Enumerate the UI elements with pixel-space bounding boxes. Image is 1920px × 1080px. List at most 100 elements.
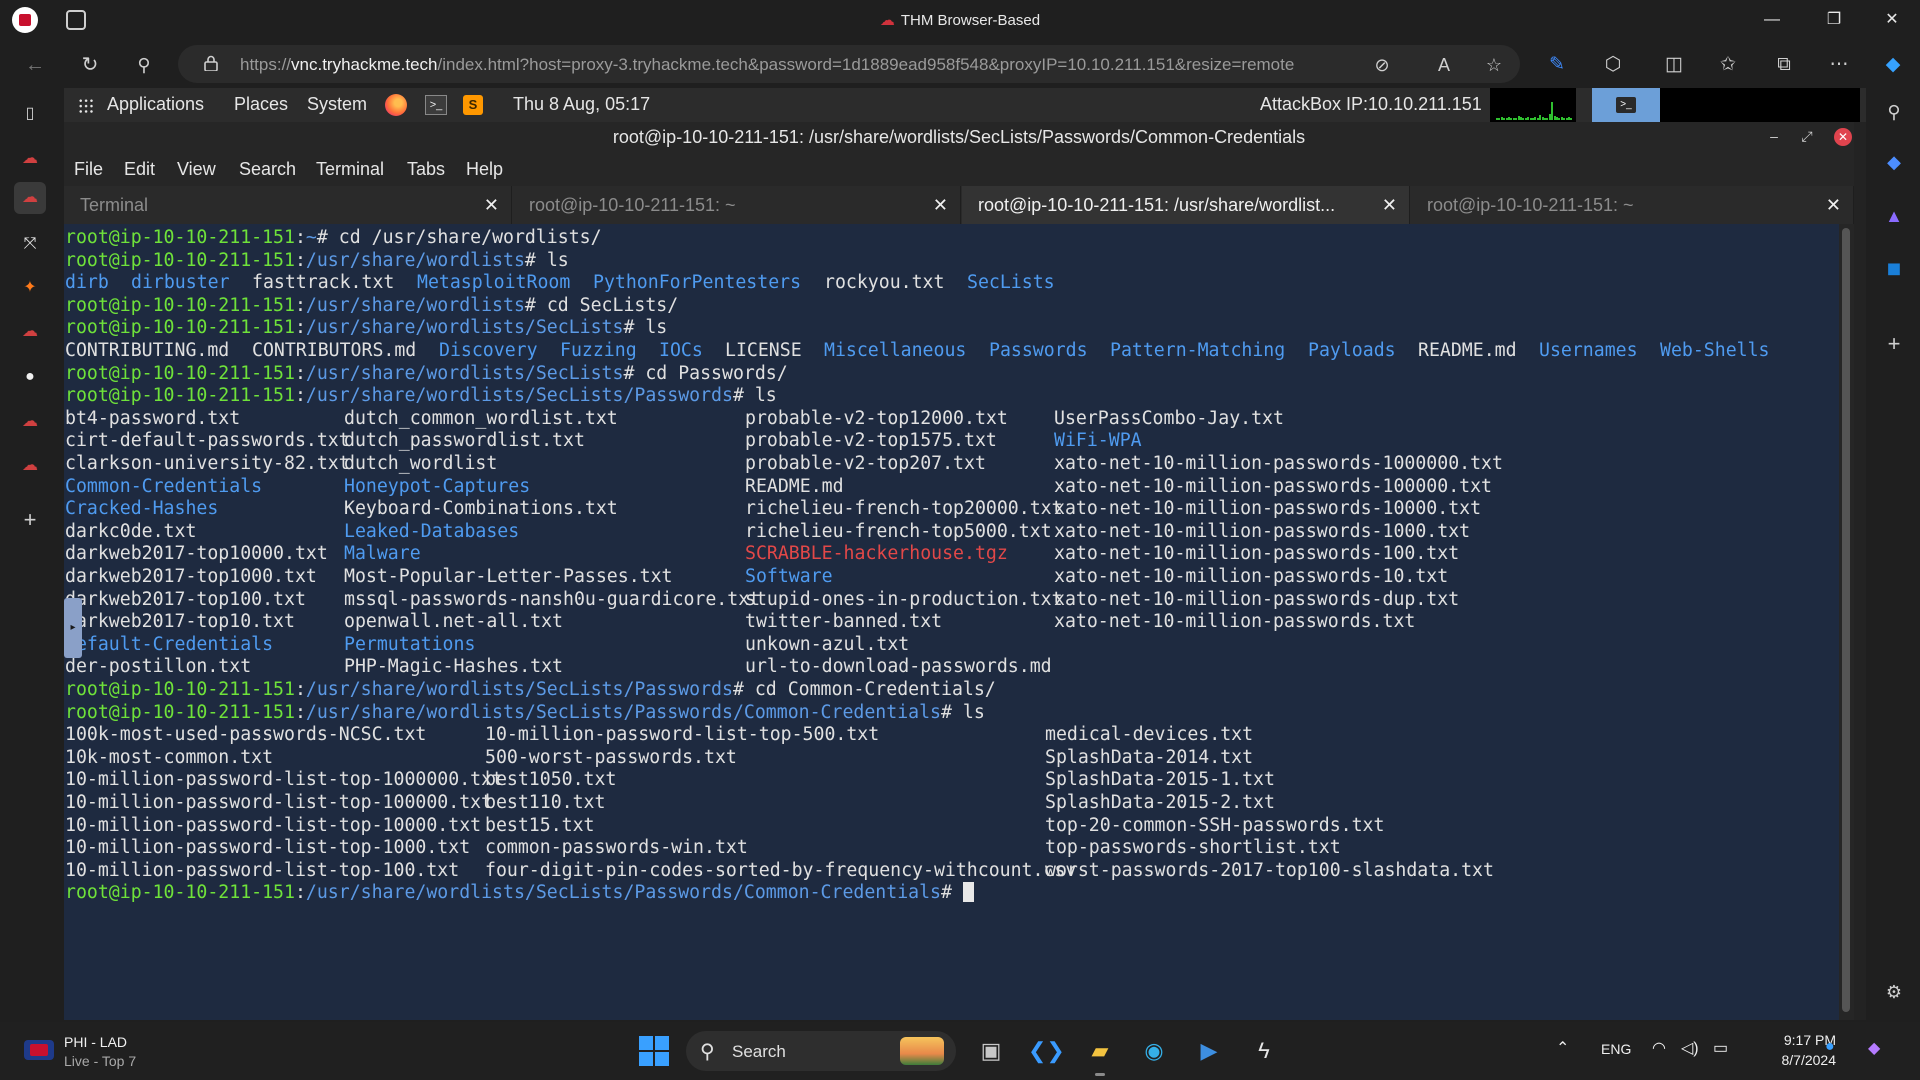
ls-entry: richelieu-french-top20000.txt: [745, 498, 1063, 520]
terminal-tab-1[interactable]: Terminal ✕: [64, 186, 512, 224]
menu-places[interactable]: Places: [234, 94, 288, 115]
notification-bell-icon[interactable]: ●: [1825, 1038, 1835, 1056]
fox-tab-icon[interactable]: ✦: [14, 272, 46, 304]
language-indicator[interactable]: ENG: [1601, 1041, 1631, 1057]
more-icon[interactable]: ⋯: [1826, 52, 1852, 78]
ls-entry: xato-net-10-million-passwords.txt: [1054, 611, 1416, 633]
terminal-maximize-icon[interactable]: ⤢: [1797, 126, 1817, 146]
taskbar-search[interactable]: ⚲ Search: [686, 1031, 956, 1071]
tab-close-icon[interactable]: ✕: [1382, 186, 1397, 224]
ls-entry: top-20-common-SSH-passwords.txt: [1045, 814, 1385, 836]
outlook-icon[interactable]: ◼: [1880, 254, 1908, 282]
menu-file[interactable]: File: [74, 159, 103, 180]
thm-tab-icon-2[interactable]: ☁: [14, 316, 46, 348]
panel-clock[interactable]: Thu 8 Aug, 05:17: [513, 94, 650, 115]
new-tab-icon[interactable]: +: [14, 504, 46, 536]
ls-entry: Leaked-Databases: [344, 520, 520, 542]
start-button-icon[interactable]: [639, 1036, 669, 1066]
tab-close-icon[interactable]: ✕: [933, 186, 948, 224]
menu-help[interactable]: Help: [466, 159, 503, 180]
taskbar-clock[interactable]: 9:17 PM 8/7/2024: [1756, 1030, 1837, 1070]
refresh-icon[interactable]: ↻: [75, 50, 105, 80]
tool-tab-icon[interactable]: ⤧: [14, 228, 46, 260]
thm-tab-icon-4[interactable]: ☁: [14, 450, 46, 482]
read-aloud-icon[interactable]: A: [1432, 53, 1456, 77]
prompt-line: root@ip-10-10-211-151:/usr/share/wordlis…: [65, 362, 788, 384]
vscode-icon[interactable]: ❮❯: [1028, 1034, 1065, 1068]
menu-view[interactable]: View: [177, 159, 216, 180]
menu-tabs[interactable]: Tabs: [407, 159, 445, 180]
no-tracking-icon[interactable]: ⊘: [1370, 53, 1394, 77]
maximize-button[interactable]: ❐: [1806, 0, 1862, 40]
system-monitor-graph[interactable]: [1490, 88, 1576, 122]
sublime-text-icon[interactable]: S: [463, 95, 483, 115]
copilot-taskbar-icon[interactable]: ◆: [1868, 1038, 1880, 1058]
terminal-taskbar-button[interactable]: >_: [1592, 88, 1660, 122]
vnc-side-handle[interactable]: ▸: [64, 598, 82, 658]
menu-search[interactable]: Search: [239, 159, 296, 180]
split-screen-icon[interactable]: ◫: [1661, 52, 1687, 78]
ls-entry: MetasploitRoom: [417, 272, 571, 294]
terminal-tab-3[interactable]: root@ip-10-10-211-151: /usr/share/wordli…: [962, 186, 1410, 224]
minimize-button[interactable]: —: [1744, 0, 1800, 40]
url-text[interactable]: https://vnc.tryhackme.tech/index.html?ho…: [240, 55, 1294, 75]
sidebar-copilot-icon[interactable]: ▲: [1880, 202, 1908, 230]
terminal-scrollbar[interactable]: [1842, 228, 1850, 1012]
terminal-tab-4[interactable]: root@ip-10-10-211-151: ~ ✕: [1411, 186, 1854, 224]
copilot-icon[interactable]: ◆: [1880, 52, 1906, 78]
task-view-icon[interactable]: ▣: [974, 1034, 1008, 1068]
address-bar[interactable]: https://vnc.tryhackme.tech/index.html?ho…: [178, 45, 1520, 83]
sidebar-add-icon[interactable]: +: [1880, 330, 1908, 358]
tab-close-icon[interactable]: ✕: [484, 186, 499, 224]
prompt-user: root@ip-10-10-211-151: [65, 882, 295, 904]
lock-icon[interactable]: [204, 55, 218, 71]
terminal-output[interactable]: root@ip-10-10-211-151:~# cd /usr/share/w…: [64, 224, 1839, 1020]
battery-icon[interactable]: ▭: [1713, 1038, 1728, 1058]
ls-entry: mssql-passwords-nansh0u-guardicore.txt: [344, 588, 761, 610]
url-rest: /index.html?host=proxy-3.tryhackme.tech&…: [437, 55, 1295, 74]
copilot-pen-icon[interactable]: ✎: [1544, 52, 1570, 78]
vnc-viewer[interactable]: Applications Places System >_ S Thu 8 Au…: [64, 88, 1866, 1020]
file-explorer-icon[interactable]: ▰: [1083, 1034, 1117, 1076]
sidebar-tag-icon[interactable]: ◆: [1880, 148, 1908, 176]
search-icon[interactable]: ⚲: [129, 50, 159, 80]
ls-entry: best1050.txt: [485, 769, 617, 791]
ls-entry: SCRABBLE-hackerhouse.tgz: [745, 543, 1008, 565]
terminal-close-icon[interactable]: ✕: [1834, 128, 1852, 146]
volume-icon[interactable]: ◁): [1681, 1038, 1699, 1058]
terminal-launcher-icon[interactable]: >_: [425, 95, 447, 115]
menu-applications[interactable]: Applications: [107, 94, 204, 115]
thm-tab-icon[interactable]: ☁: [14, 143, 46, 175]
close-window-button[interactable]: ✕: [1864, 0, 1920, 40]
favorites-icon[interactable]: ✩: [1715, 52, 1741, 78]
github-tab-icon[interactable]: ●: [14, 361, 46, 393]
ls-entry: PHP-Magic-Hashes.txt: [344, 656, 563, 678]
favorite-star-icon[interactable]: ☆: [1482, 53, 1506, 77]
ls-entry: fasttrack.txt: [252, 272, 395, 294]
window-title: ☁ THM Browser-Based: [0, 11, 1920, 29]
tray-chevron-icon[interactable]: ⌃: [1556, 1038, 1569, 1058]
powershell-icon[interactable]: ▶: [1192, 1034, 1226, 1068]
back-icon[interactable]: ←: [20, 50, 50, 80]
ls-entry: url-to-download-passwords.md: [745, 656, 1052, 678]
tab-close-icon[interactable]: ✕: [1826, 186, 1841, 224]
thm-tab-icon-3[interactable]: ☁: [14, 406, 46, 438]
collections-icon[interactable]: ⧉: [1771, 52, 1797, 78]
menu-system[interactable]: System: [307, 94, 367, 115]
terminal-tab-2[interactable]: root@ip-10-10-211-151: ~ ✕: [513, 186, 961, 224]
firefox-icon[interactable]: [385, 94, 407, 116]
tab-panel-icon[interactable]: ▯: [14, 98, 46, 130]
menu-edit[interactable]: Edit: [124, 159, 155, 180]
thm-tab-active-icon[interactable]: ☁: [14, 182, 46, 214]
applications-grid-icon[interactable]: [78, 98, 94, 114]
edge-icon[interactable]: ◉: [1137, 1034, 1171, 1068]
bolt-app-icon[interactable]: ϟ: [1247, 1034, 1281, 1068]
sidebar-search-icon[interactable]: ⚲: [1880, 98, 1908, 126]
menu-terminal[interactable]: Terminal: [316, 159, 384, 180]
wifi-icon[interactable]: ◠: [1652, 1038, 1666, 1058]
extensions-icon[interactable]: ⬡: [1600, 52, 1626, 78]
sidebar-settings-icon[interactable]: ⚙: [1880, 978, 1908, 1006]
ls-entry: darkweb2017-top10000.txt: [65, 543, 328, 565]
terminal-minimize-icon[interactable]: –: [1764, 126, 1784, 146]
window-title-text: THM Browser-Based: [900, 12, 1041, 29]
